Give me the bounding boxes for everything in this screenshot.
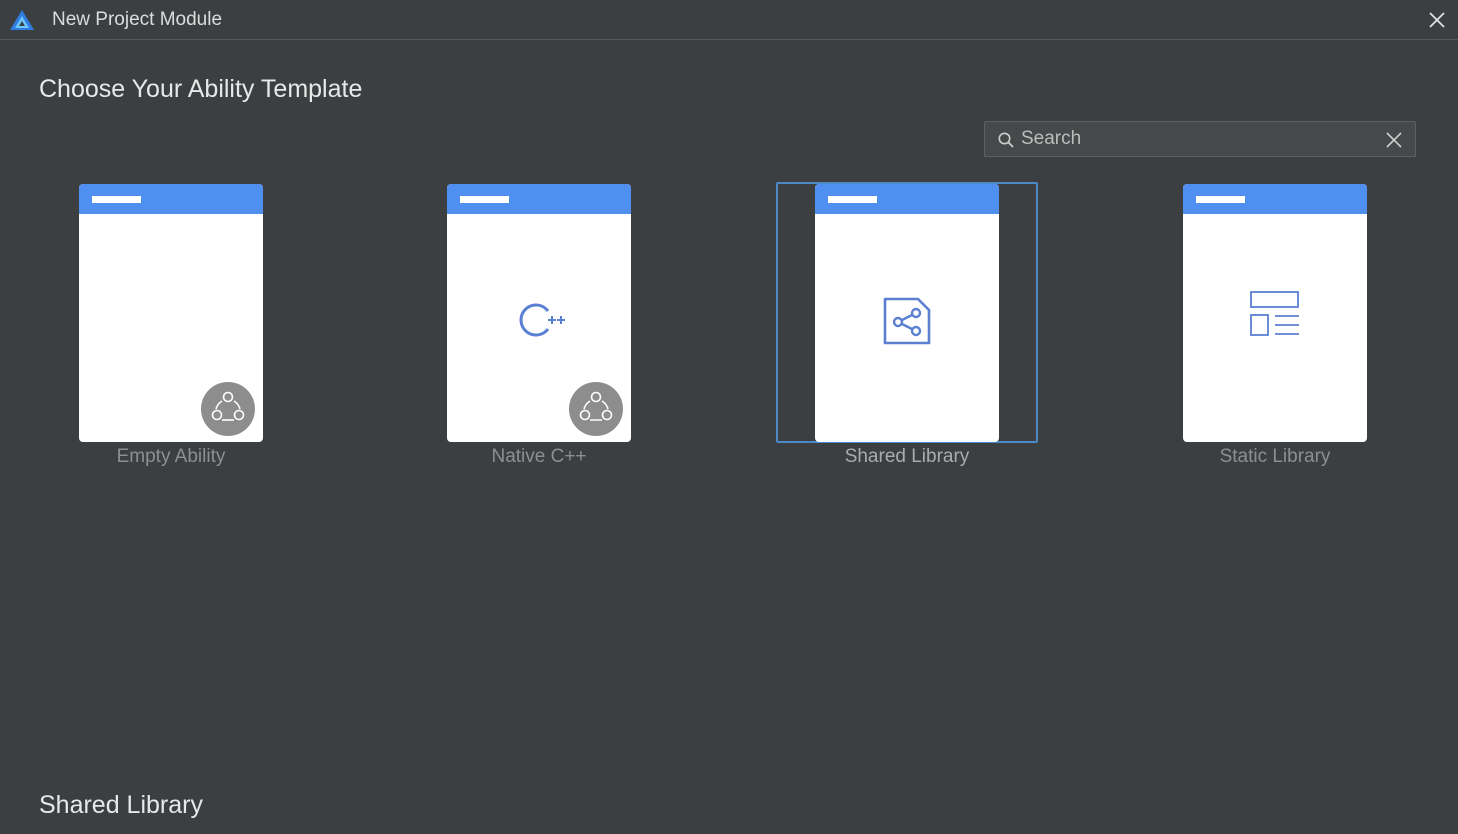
share-icon xyxy=(883,297,931,345)
layout-list-icon xyxy=(1250,291,1299,336)
card-header xyxy=(1183,184,1367,214)
card-header-bar xyxy=(460,196,509,203)
template-label: Empty Ability xyxy=(116,446,226,467)
page-heading: Choose Your Ability Template xyxy=(39,75,363,103)
search-icon xyxy=(998,132,1014,148)
template-label: Shared Library xyxy=(844,446,970,467)
template-shared-library[interactable]: Shared Library xyxy=(815,184,999,467)
window-title: New Project Module xyxy=(52,9,223,30)
deveco-logo-icon xyxy=(10,10,34,30)
card-header-bar xyxy=(828,196,877,203)
atomic-service-icon xyxy=(201,382,255,436)
card-header-bar xyxy=(92,196,141,203)
template-card[interactable] xyxy=(1183,184,1367,442)
template-label: Static Library xyxy=(1219,446,1331,467)
template-card[interactable] xyxy=(79,184,263,442)
close-icon[interactable] xyxy=(1426,9,1448,31)
template-static-library[interactable]: Static Library xyxy=(1183,184,1367,467)
template-native-cpp[interactable]: Native C++ xyxy=(447,184,631,467)
cpp-icon xyxy=(519,303,565,337)
card-header-bar xyxy=(1196,196,1245,203)
card-header xyxy=(447,184,631,214)
search-box[interactable] xyxy=(984,121,1416,157)
card-header xyxy=(815,184,999,214)
atomic-service-icon xyxy=(569,382,623,436)
title-bar: New Project Module xyxy=(0,0,1458,40)
template-empty-ability[interactable]: Empty Ability xyxy=(79,184,263,467)
template-card[interactable] xyxy=(447,184,631,442)
selected-template-title: Shared Library xyxy=(39,791,203,819)
card-header xyxy=(79,184,263,214)
clear-icon[interactable] xyxy=(1385,131,1403,149)
template-label: Native C++ xyxy=(491,446,587,467)
template-card[interactable] xyxy=(815,184,999,442)
search-input[interactable] xyxy=(1021,124,1361,154)
